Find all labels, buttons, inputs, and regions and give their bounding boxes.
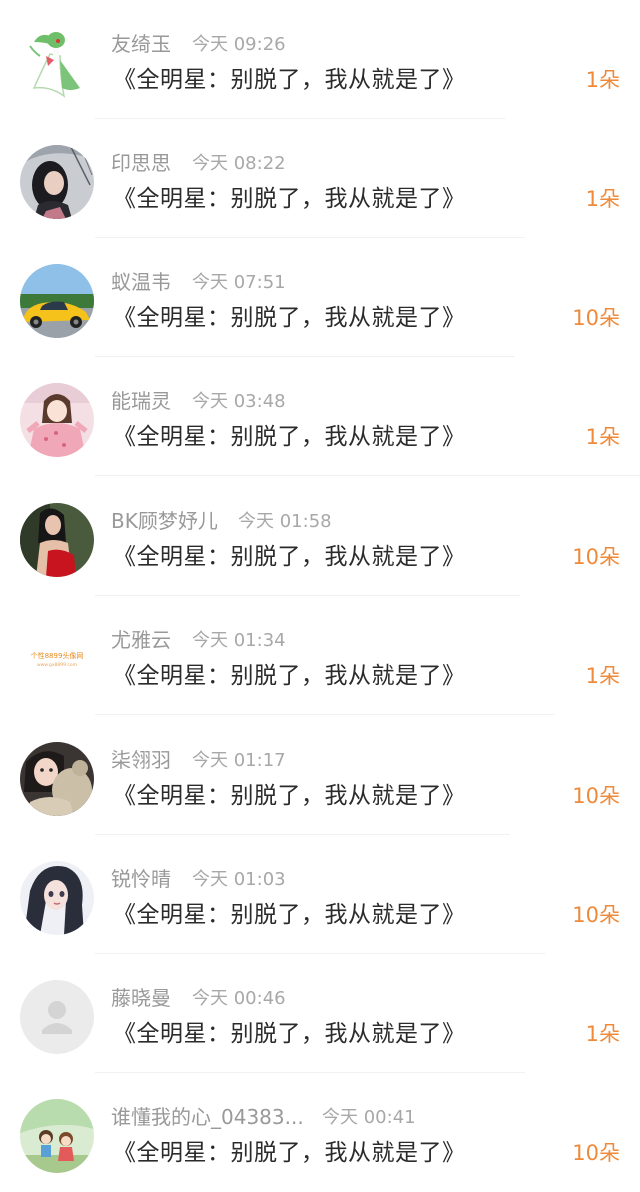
message: 《全明星：别脱了，我从就是了》 [113, 424, 466, 450]
gift-count: 10朵 [572, 306, 620, 330]
list-item[interactable]: 印思思 今天 08:22 《全明星：别脱了，我从就是了》 1朵 [0, 119, 640, 238]
timestamp: 今天 01:17 [192, 750, 286, 771]
list-item[interactable]: 藤晓曼 今天 00:46 《全明星：别脱了，我从就是了》 1朵 [0, 954, 640, 1073]
watermark-icon: 个性8899头像网 www.gx8899.com [20, 622, 94, 696]
username[interactable]: 谁懂我的心_04383... [111, 1101, 304, 1130]
avatar[interactable] [20, 383, 94, 457]
gift-count: 1朵 [585, 187, 620, 211]
avatar[interactable] [20, 503, 94, 577]
message: 《全明星：别脱了，我从就是了》 [113, 186, 466, 212]
default-user-icon [20, 980, 94, 1054]
svg-text:个性8899头像网: 个性8899头像网 [31, 651, 84, 660]
gift-list: 友绮玉 今天 09:26 《全明星：别脱了，我从就是了》 1朵 印思思 今天 0… [0, 0, 640, 1186]
list-item[interactable]: 锐怜晴 今天 01:03 《全明星：别脱了，我从就是了》 10朵 [0, 835, 640, 954]
username[interactable]: 能瑞灵 [111, 385, 171, 414]
timestamp: 今天 03:48 [192, 391, 286, 412]
username[interactable]: 锐怜晴 [111, 863, 171, 892]
avatar[interactable]: 个性8899头像网 www.gx8899.com [20, 622, 94, 696]
list-item[interactable]: BK顾梦妤儿 今天 01:58 《全明星：别脱了，我从就是了》 10朵 [0, 477, 640, 596]
list-item[interactable]: 个性8899头像网 www.gx8899.com 尤雅云 今天 01:34 《全… [0, 596, 640, 715]
gardevoir-icon [20, 26, 94, 100]
timestamp: 今天 01:34 [192, 630, 286, 651]
username[interactable]: 柒翎羽 [111, 744, 171, 773]
girl-umbrella-icon [20, 145, 94, 219]
username[interactable]: 尤雅云 [111, 624, 171, 653]
avatar[interactable] [20, 26, 94, 100]
username[interactable]: 蚁温韦 [111, 266, 171, 295]
gift-count: 1朵 [585, 68, 620, 92]
gift-count: 10朵 [572, 1141, 620, 1165]
list-item[interactable]: 柒翎羽 今天 01:17 《全明星：别脱了，我从就是了》 10朵 [0, 716, 640, 835]
list-item[interactable]: 友绮玉 今天 09:26 《全明星：别脱了，我从就是了》 1朵 [0, 0, 640, 119]
username[interactable]: 友绮玉 [111, 28, 171, 57]
svg-text:www.gx8899.com: www.gx8899.com [37, 662, 77, 668]
cartoon-kids-icon [20, 1099, 94, 1173]
gift-count: 1朵 [585, 425, 620, 449]
gift-count: 10朵 [572, 784, 620, 808]
divider [95, 475, 640, 476]
yellow-car-icon [20, 264, 94, 338]
gift-count: 10朵 [572, 545, 620, 569]
girl-teddy-icon [20, 742, 94, 816]
message: 《全明星：别脱了，我从就是了》 [113, 544, 466, 570]
message: 《全明星：别脱了，我从就是了》 [113, 783, 466, 809]
message: 《全明星：别脱了，我从就是了》 [113, 902, 466, 928]
list-item[interactable]: 能瑞灵 今天 03:48 《全明星：别脱了，我从就是了》 1朵 [0, 357, 640, 476]
list-item[interactable]: 谁懂我的心_04383... 今天 00:41 《全明星：别脱了，我从就是了》 … [0, 1073, 640, 1192]
avatar[interactable] [20, 742, 94, 816]
timestamp: 今天 01:03 [192, 869, 286, 890]
message: 《全明星：别脱了，我从就是了》 [113, 305, 466, 331]
avatar[interactable] [20, 980, 94, 1054]
username[interactable]: BK顾梦妤儿 [111, 505, 218, 534]
timestamp: 今天 01:58 [238, 511, 332, 532]
timestamp: 今天 00:46 [192, 988, 286, 1009]
gift-count: 1朵 [585, 1022, 620, 1046]
message: 《全明星：别脱了，我从就是了》 [113, 1140, 466, 1166]
timestamp: 今天 07:51 [192, 272, 286, 293]
message: 《全明星：别脱了，我从就是了》 [113, 1021, 466, 1047]
avatar[interactable] [20, 1099, 94, 1173]
avatar[interactable] [20, 145, 94, 219]
timestamp: 今天 09:26 [192, 34, 286, 55]
anime-girl-icon [20, 861, 94, 935]
username[interactable]: 印思思 [111, 147, 171, 176]
username[interactable]: 藤晓曼 [111, 982, 171, 1011]
timestamp: 今天 08:22 [192, 153, 286, 174]
avatar[interactable] [20, 264, 94, 338]
timestamp: 今天 00:41 [322, 1107, 416, 1128]
gift-count: 10朵 [572, 903, 620, 927]
red-dress-icon [20, 503, 94, 577]
list-item[interactable]: 蚁温韦 今天 07:51 《全明星：别脱了，我从就是了》 10朵 [0, 238, 640, 357]
cartoon-girl-icon [20, 383, 94, 457]
gift-count: 1朵 [585, 664, 620, 688]
divider [95, 714, 555, 715]
avatar[interactable] [20, 861, 94, 935]
message: 《全明星：别脱了，我从就是了》 [113, 67, 466, 93]
message: 《全明星：别脱了，我从就是了》 [113, 663, 466, 689]
